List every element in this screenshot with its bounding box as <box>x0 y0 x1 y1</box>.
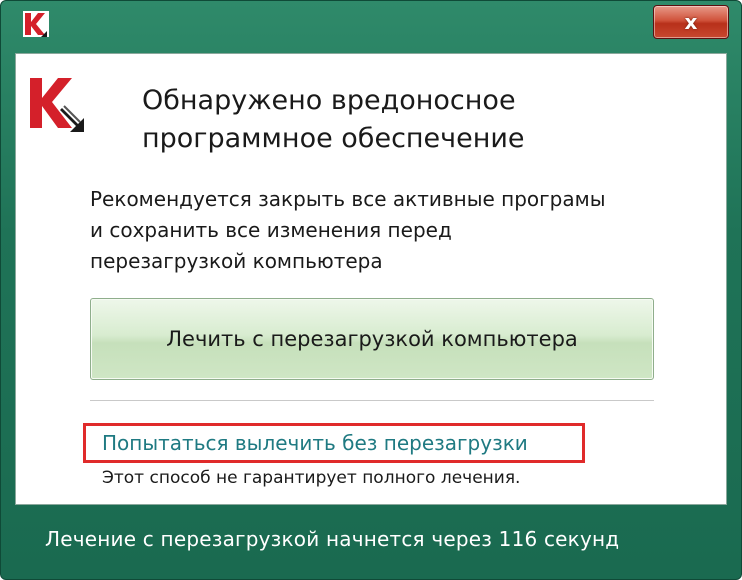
divider <box>90 400 654 401</box>
footer-bar: Лечение с перезагрузкой начнется через 1… <box>1 505 741 579</box>
cure-with-reboot-button[interactable]: Лечить с перезагрузкой компьютера <box>90 298 654 380</box>
kaspersky-logo-icon <box>23 11 49 37</box>
cure-with-reboot-label: Лечить с перезагрузкой компьютера <box>166 327 578 351</box>
recommendation-text: Рекомендуется закрыть все активные прогр… <box>90 184 700 277</box>
kaspersky-logo-icon <box>30 78 84 132</box>
heading-line: программное обеспечение <box>142 123 525 154</box>
try-without-reboot-link[interactable]: Попытаться вылечить без перезагрузки <box>83 423 585 463</box>
title-bar[interactable]: x <box>1 1 741 53</box>
heading-line: Обнаружено вредоносное <box>142 85 516 116</box>
no-guarantee-note: Этот способ не гарантирует полного лечен… <box>102 468 521 488</box>
close-icon: x <box>684 10 698 34</box>
close-button[interactable]: x <box>653 5 729 39</box>
alert-heading: Обнаружено вредоносное программное обесп… <box>142 82 702 158</box>
dialog-content: Обнаружено вредоносное программное обесп… <box>15 53 727 505</box>
kaspersky-alert-window: x Обнаружено вредоносное программное обе… <box>0 0 742 580</box>
try-without-reboot-label: Попытаться вылечить без перезагрузки <box>102 431 528 455</box>
recommendation-line: перезагрузкой компьютера <box>90 249 383 273</box>
recommendation-line: и сохранить все изменения перед <box>90 218 452 242</box>
countdown-text: Лечение с перезагрузкой начнется через 1… <box>45 527 620 551</box>
recommendation-line: Рекомендуется закрыть все активные прогр… <box>90 187 606 211</box>
